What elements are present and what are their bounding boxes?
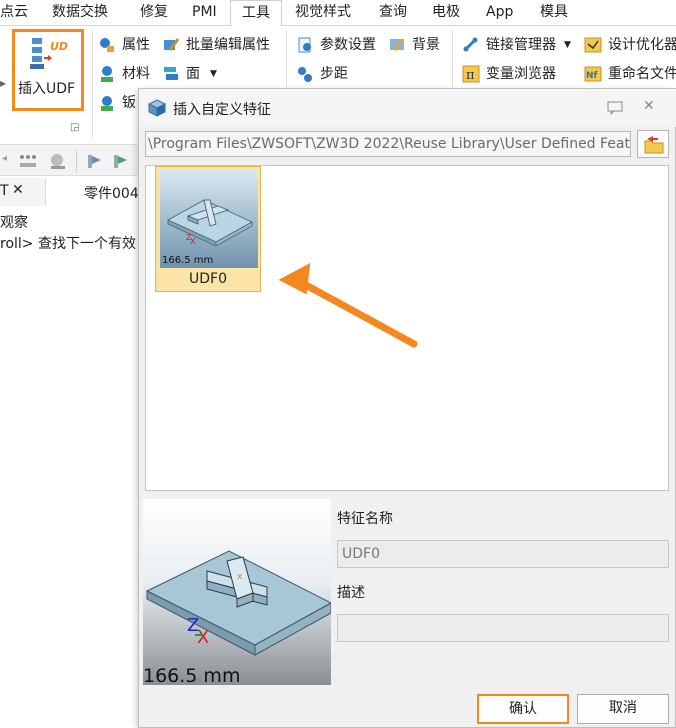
background-button[interactable]: 背景 [388, 35, 440, 55]
output-line-2: roll> 查找下一个有效 [0, 236, 136, 252]
udf-item[interactable]: Z X 166.5 mm UDF0 [155, 166, 261, 292]
udf-list[interactable]: Z X 166.5 mm UDF0 [145, 165, 669, 491]
design-optimizer-label: 设计优化器 [608, 37, 676, 53]
feature-name-label: 特征名称 [337, 511, 393, 527]
step-button[interactable]: 步距 [296, 64, 348, 84]
dialog-launcher-icon[interactable]: ◲ [70, 122, 79, 133]
udf-thumbnail-dimension: 166.5 mm [162, 255, 214, 266]
batch-edit-button[interactable]: 批量编辑属性 [162, 35, 270, 55]
background-label: 背景 [412, 37, 440, 53]
rename-file-label: 重命名文件 [608, 66, 676, 82]
rename-file-button[interactable]: Nf 重命名文件 [584, 64, 676, 84]
secondary-toolbar: ◂ [0, 144, 140, 176]
dialog-titlebar[interactable]: 插入自定义特征 ✕ [139, 89, 676, 127]
material-button[interactable]: 材料 [98, 64, 150, 84]
svg-text:π: π [466, 68, 475, 83]
udf-item-label: UDF0 [189, 271, 227, 287]
comment-icon[interactable] [607, 101, 623, 115]
svg-text:X: X [190, 237, 196, 246]
ribbon-left-arrow-icon: ▸ [0, 76, 7, 90]
toolbar-search-icon[interactable] [48, 152, 68, 170]
batch-edit-icon [164, 38, 180, 51]
udf-preview: x Z X 166.5 mm [143, 499, 331, 687]
menu-point-cloud[interactable]: 点云 [0, 0, 28, 26]
toolbar-arrow-icon[interactable]: ◂ [2, 153, 7, 164]
menu-pmi[interactable]: PMI [192, 0, 217, 26]
svg-text:Nf: Nf [586, 71, 598, 81]
svg-text:X: X [197, 627, 209, 648]
var-browser-label: 变量浏览器 [486, 66, 556, 82]
insert-udf-label: 插入UDF [18, 81, 76, 97]
insert-udf-button[interactable]: UDF 插入UDF [12, 29, 84, 111]
preview-dimension: 166.5 mm [143, 665, 241, 687]
attribute-icon [100, 38, 114, 52]
attribute-label: 属性 [122, 37, 150, 53]
var-browser-button[interactable]: π 变量浏览器 [462, 64, 556, 84]
param-settings-icon [298, 37, 311, 53]
insert-udf-dialog: 插入自定义特征 ✕ \Program Files\ZWSOFT\ZW3D 202… [138, 88, 676, 728]
svg-text:UDF: UDF [50, 40, 68, 53]
ok-button[interactable]: 确认 [477, 694, 569, 724]
cancel-button[interactable]: 取消 [577, 694, 669, 724]
toolbar-flag2-icon[interactable] [112, 152, 130, 170]
panel-tab-label: T [0, 183, 9, 199]
sheet-metal-button[interactable]: 钣 [98, 93, 136, 113]
link-manager-label: 链接管理器 [486, 37, 556, 53]
design-optimizer-button[interactable]: 设计优化器 [584, 35, 676, 55]
face-dropdown-icon[interactable]: ▼ [210, 64, 217, 84]
menu-tools[interactable]: 工具 [230, 0, 282, 27]
step-icon [298, 67, 312, 82]
menu-repair[interactable]: 修复 [140, 0, 168, 26]
library-path-field[interactable]: \Program Files\ZWSOFT\ZW3D 2022\Reuse Li… [145, 131, 631, 157]
udf-thumbnail: Z X 166.5 mm [160, 170, 258, 268]
sheet-metal-icon [101, 96, 113, 111]
close-panel-tab-icon[interactable]: ✕ [12, 182, 24, 198]
feature-name-field[interactable]: UDF0 [337, 540, 669, 568]
udf-part-thumbnail-icon: Z X [167, 199, 253, 247]
pi-icon: π [462, 65, 480, 83]
description-label: 描述 [337, 585, 365, 601]
attribute-button[interactable]: 属性 [98, 35, 150, 55]
step-label: 步距 [320, 66, 348, 82]
design-optimizer-icon [584, 37, 602, 53]
link-manager-dropdown-icon[interactable]: ▼ [564, 35, 571, 55]
output-line-1: 观察 [0, 215, 28, 231]
menu-bar: 点云 数据交换 修复 PMI 工具 视觉样式 查询 电极 App 模具 [0, 0, 676, 27]
dialog-title: 插入自定义特征 [173, 102, 271, 118]
toolbar-tree-icon[interactable] [18, 152, 38, 170]
param-settings-label: 参数设置 [320, 37, 376, 53]
face-label: 面 [186, 66, 200, 82]
menu-electrode[interactable]: 电极 [432, 0, 460, 26]
face-button[interactable]: 面 ▼ [162, 64, 217, 84]
rename-file-icon: Nf [584, 66, 602, 82]
param-settings-button[interactable]: 参数设置 [296, 35, 376, 55]
browse-folder-button[interactable] [637, 130, 669, 158]
material-icon [101, 66, 113, 82]
dialog-app-icon [147, 99, 167, 117]
batch-edit-label: 批量编辑属性 [186, 37, 270, 53]
background-icon [390, 39, 404, 51]
material-label: 材料 [122, 66, 150, 82]
sheet-metal-label: 钣 [122, 95, 136, 111]
link-manager-button[interactable]: 链接管理器 ▼ [462, 35, 571, 55]
insert-udf-icon: UDF [30, 38, 68, 69]
description-field[interactable] [337, 614, 669, 642]
annotation-arrow-icon [278, 262, 418, 348]
panel-tab[interactable]: T ✕ [0, 178, 46, 206]
link-icon [463, 37, 478, 52]
preview-part-icon: x Z X [145, 550, 331, 656]
face-icon [164, 67, 178, 80]
doc-tab[interactable]: 零件004 [84, 183, 139, 203]
menu-query[interactable]: 查询 [379, 0, 407, 26]
close-dialog-icon[interactable]: ✕ [643, 98, 655, 114]
menu-app[interactable]: App [486, 0, 513, 26]
folder-back-icon [644, 136, 664, 154]
toolbar-flag-icon[interactable] [86, 152, 104, 170]
menu-mold[interactable]: 模具 [540, 0, 568, 26]
menu-visual-style[interactable]: 视觉样式 [295, 0, 351, 26]
menu-data-exchange[interactable]: 数据交换 [52, 0, 108, 26]
svg-text:x: x [237, 572, 243, 582]
